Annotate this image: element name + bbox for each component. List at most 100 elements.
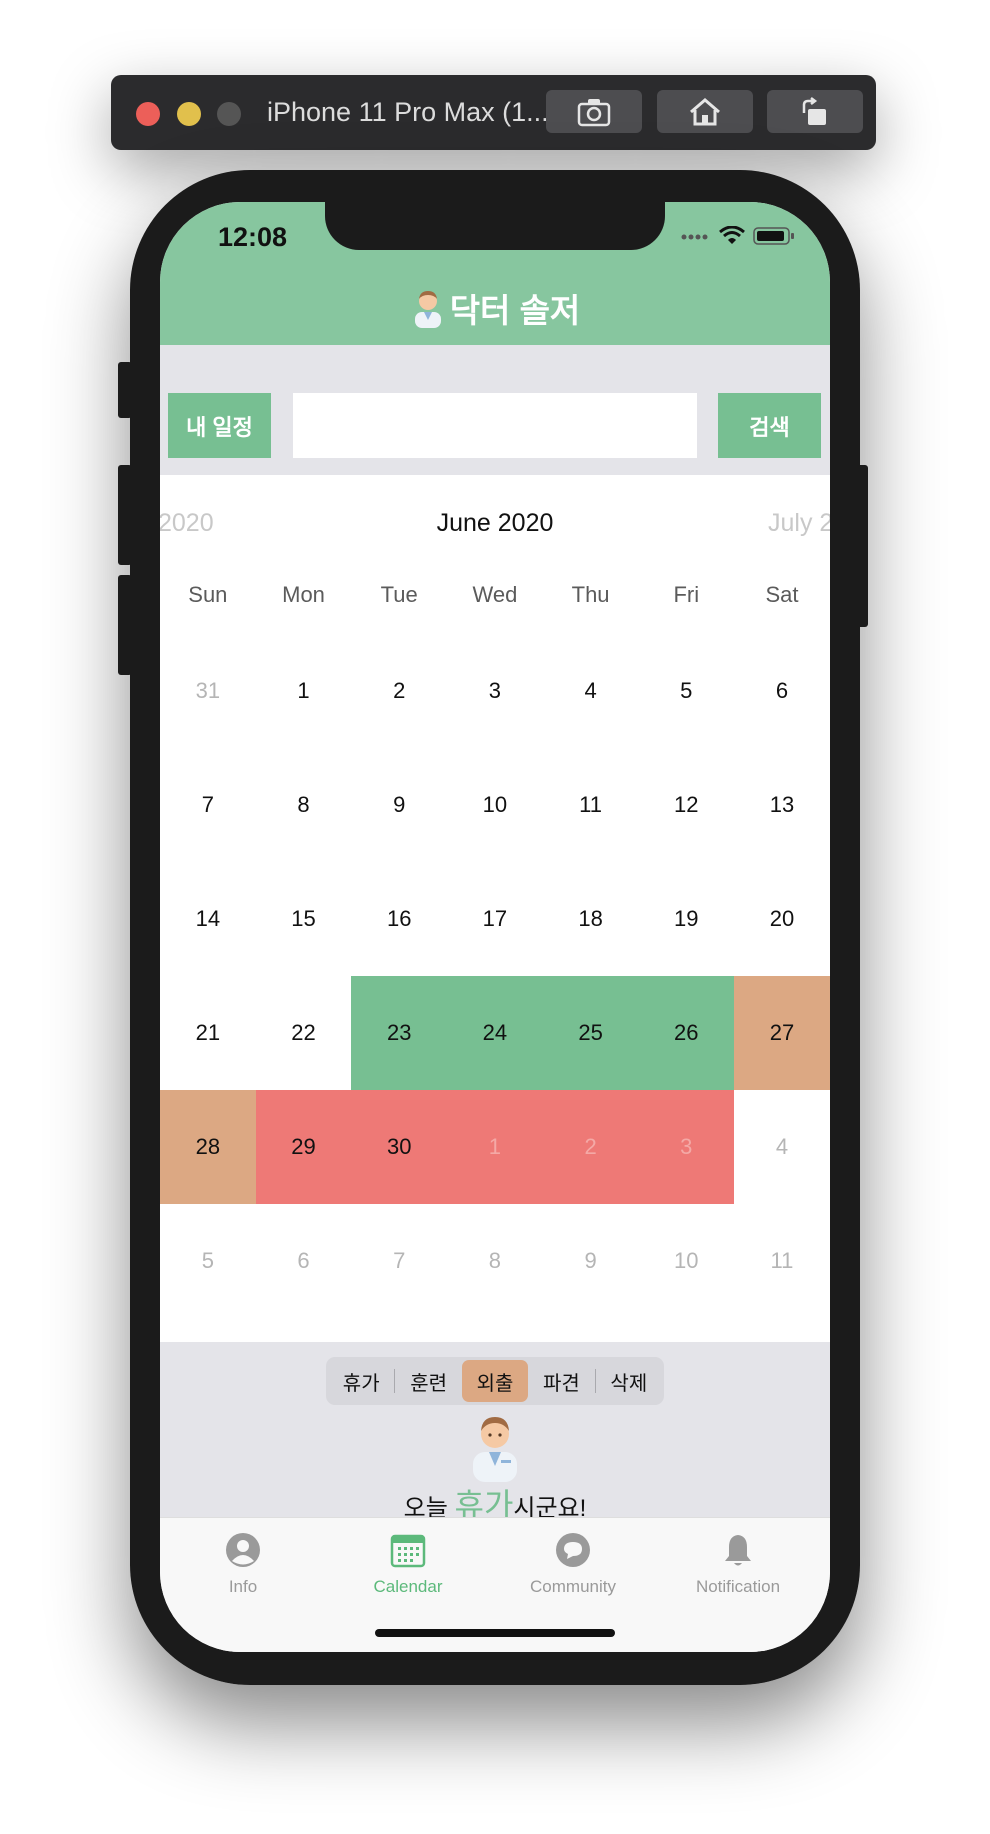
calendar-day[interactable]: 8 <box>447 1204 543 1318</box>
calendar-week: 14 15 16 17 18 19 20 <box>160 862 830 976</box>
calendar-day-event-orange[interactable]: 27 <box>734 976 830 1090</box>
home-indicator[interactable] <box>375 1629 615 1637</box>
bell-icon <box>725 1535 751 1566</box>
simulator-window-bar: iPhone 11 Pro Max (1... <box>111 75 876 150</box>
tab-notification[interactable]: Notification <box>668 1532 808 1597</box>
rotate-icon <box>802 96 826 125</box>
calendar-day[interactable]: 18 <box>543 862 639 976</box>
search-input[interactable] <box>293 393 697 458</box>
rotate-button[interactable] <box>767 90 863 133</box>
weekday-sun: Sun <box>188 582 228 607</box>
calendar-day-event-red[interactable]: 1 <box>447 1090 543 1204</box>
calendar-day[interactable]: 6 <box>734 634 830 748</box>
calendar-day-event-green[interactable]: 23 <box>351 976 448 1090</box>
weekday-thu: Thu <box>571 582 610 607</box>
search-area: 내 일정 검색 <box>160 345 830 475</box>
calendar-day-event-red[interactable]: 29 <box>255 1090 352 1204</box>
calendar-day[interactable]: 10 <box>638 1204 734 1318</box>
calendar-day[interactable]: 6 <box>256 1204 352 1318</box>
zoom-window-button[interactable] <box>217 102 241 126</box>
calendar-day-event-green[interactable]: 24 <box>447 976 543 1090</box>
calendar-day[interactable]: 9 <box>543 1204 639 1318</box>
screenshot-button[interactable] <box>546 90 642 133</box>
calendar-day-event-green[interactable]: 25 <box>542 976 639 1090</box>
calendar-day[interactable]: 10 <box>447 748 543 862</box>
calendar-week: 5 6 7 8 9 10 11 <box>160 1204 830 1318</box>
calendar-day[interactable]: 12 <box>638 748 734 862</box>
tab-community[interactable]: Community <box>503 1532 643 1597</box>
calendar-day[interactable]: 5 <box>160 1204 256 1318</box>
simulator-title: iPhone 11 Pro Max (1... <box>267 97 549 127</box>
doctor-avatar-icon <box>473 1417 517 1482</box>
calendar-day[interactable]: 16 <box>351 862 447 976</box>
calendar-day[interactable]: 4 <box>734 1090 830 1204</box>
calendar-day[interactable]: 17 <box>447 862 543 976</box>
calendar-day[interactable]: 20 <box>734 862 830 976</box>
calendar-day[interactable]: 31 <box>160 634 256 748</box>
person-icon <box>226 1533 260 1567</box>
notch <box>325 202 665 250</box>
wifi-icon <box>719 226 745 244</box>
calendar-week: 31 1 2 3 4 5 6 <box>160 634 830 748</box>
minimize-window-button[interactable] <box>177 102 201 126</box>
calendar-day[interactable]: 5 <box>638 634 734 748</box>
calendar-day[interactable]: 15 <box>256 862 352 976</box>
calendar-day[interactable]: 7 <box>351 1204 447 1318</box>
weekday-header: Sun Mon Tue Wed Thu Fri Sat <box>160 582 830 608</box>
segment-dispatch[interactable]: 파견 <box>528 1360 594 1402</box>
calendar-day-event-red[interactable]: 2 <box>542 1090 639 1204</box>
calendar-day[interactable]: 22 <box>256 976 352 1090</box>
calendar-day[interactable]: 9 <box>351 748 447 862</box>
weekday-wed: Wed <box>472 582 518 607</box>
calendar-grid: 31 1 2 3 4 5 6 7 8 9 10 11 12 13 14 15 1… <box>160 634 830 1318</box>
calendar-day[interactable]: 4 <box>543 634 639 748</box>
schedule-type-area: 휴가 훈련 외출 파견 삭제 오늘 휴가시군요! <box>160 1342 830 1523</box>
tab-notification-label: Notification <box>695 1577 781 1596</box>
calendar-day[interactable]: 11 <box>543 748 639 862</box>
screenshot-icon <box>577 98 611 126</box>
tab-info-label: Info <box>228 1577 258 1596</box>
home-button[interactable] <box>657 90 753 133</box>
segment-training[interactable]: 훈련 <box>395 1360 461 1402</box>
current-month-label: June 2020 <box>436 509 554 537</box>
calendar-day-event-red[interactable]: 30 <box>351 1090 448 1204</box>
app-title: 닥터 솔저 <box>160 284 830 332</box>
search-button[interactable]: 검색 <box>718 393 821 458</box>
calendar-week: 7 8 9 10 11 12 13 <box>160 748 830 862</box>
calendar-day[interactable]: 1 <box>256 634 352 748</box>
tab-community-label: Community <box>530 1577 616 1596</box>
close-window-button[interactable] <box>136 102 160 126</box>
tab-calendar-label: Calendar <box>373 1577 443 1596</box>
calendar-day[interactable]: 3 <box>447 634 543 748</box>
calendar-day[interactable]: 13 <box>734 748 830 862</box>
calendar-day[interactable]: 21 <box>160 976 256 1090</box>
segment-delete[interactable]: 삭제 <box>596 1360 662 1402</box>
month-header: 2020 June 2020 July 2 <box>160 475 830 575</box>
calendar-day-event-red[interactable]: 3 <box>638 1090 735 1204</box>
home-icon <box>690 97 720 125</box>
weekday-tue: Tue <box>380 582 418 607</box>
my-schedule-button[interactable]: 내 일정 <box>168 393 271 458</box>
segment-outing[interactable]: 외출 <box>461 1360 529 1402</box>
doctor-icon <box>414 291 441 328</box>
status-icons <box>681 226 795 246</box>
status-time: 12:08 <box>218 222 288 252</box>
calendar-day[interactable]: 8 <box>256 748 352 862</box>
battery-icon <box>753 227 794 245</box>
calendar-day[interactable]: 2 <box>351 634 447 748</box>
weekday-mon: Mon <box>282 582 325 607</box>
calendar-day-event-orange[interactable]: 28 <box>160 1090 256 1204</box>
tab-info[interactable]: Info <box>173 1532 313 1597</box>
calendar-day-event-green[interactable]: 26 <box>638 976 735 1090</box>
calendar-day[interactable]: 11 <box>734 1204 830 1318</box>
chat-bubble-icon <box>556 1533 590 1567</box>
calendar-day[interactable]: 19 <box>638 862 734 976</box>
next-month-label[interactable]: July 2 <box>768 509 830 538</box>
calendar-day[interactable]: 7 <box>160 748 256 862</box>
weekday-sat: Sat <box>765 582 799 607</box>
calendar-day[interactable]: 14 <box>160 862 256 976</box>
tab-calendar[interactable]: Calendar <box>338 1532 478 1597</box>
segment-vacation[interactable]: 휴가 <box>328 1360 394 1402</box>
phone-screen: 12:08 닥터 솔저 내 일정 검색 2020 June 2020 July … <box>160 202 830 1652</box>
schedule-type-segmented-control: 휴가 훈련 외출 파견 삭제 <box>326 1357 664 1405</box>
